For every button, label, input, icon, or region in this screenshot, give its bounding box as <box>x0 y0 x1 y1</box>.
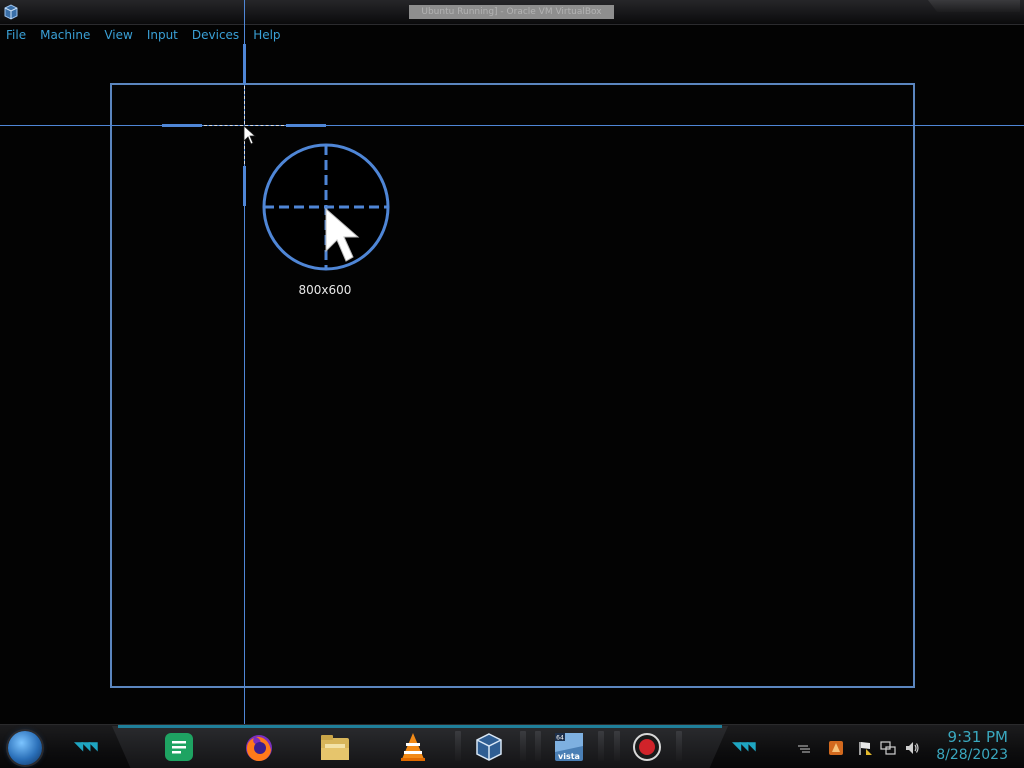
desktop-screen: Ubuntu Running] - Oracle VM VirtualBox F… <box>0 0 1024 768</box>
volume-icon[interactable] <box>904 740 920 756</box>
window-controls[interactable] <box>928 0 1020 12</box>
vista-icon[interactable]: 64 vista <box>552 730 586 764</box>
virtualbox-window-icon <box>4 4 18 20</box>
show-hidden-icons-icon[interactable] <box>796 740 812 756</box>
menu-bar: File Machine View Input Devices Help <box>0 25 295 45</box>
taskbar-accent-strip <box>118 725 722 728</box>
menu-view[interactable]: View <box>104 28 132 42</box>
window-title-bar[interactable]: Ubuntu Running] - Oracle VM VirtualBox <box>0 0 1024 25</box>
taskbar-deco-left: ◥◥◥ <box>74 739 98 753</box>
window-title: Ubuntu Running] - Oracle VM VirtualBox <box>409 5 614 19</box>
horizontal-guide-line <box>0 125 1024 126</box>
clock-date[interactable]: 8/28/2023 <box>936 747 1008 763</box>
menu-input[interactable]: Input <box>147 28 178 42</box>
magnifier-loupe <box>262 143 390 271</box>
virtualbox-icon[interactable] <box>472 730 506 764</box>
vlc-icon[interactable] <box>396 730 430 764</box>
network-icon[interactable] <box>880 740 896 756</box>
capture-size-label: 800x600 <box>298 283 352 297</box>
menu-devices[interactable]: Devices <box>192 28 239 42</box>
crosshair-tick-right <box>286 124 326 127</box>
vista-label: vista <box>558 752 580 761</box>
clock-time[interactable]: 9:31 PM <box>948 728 1008 746</box>
action-center-flag-icon[interactable] <box>857 740 873 756</box>
capture-region-frame[interactable] <box>110 83 915 688</box>
taskbar-separator <box>676 731 682 761</box>
firefox-icon[interactable] <box>242 730 276 764</box>
app-tray-icon[interactable] <box>828 740 844 756</box>
taskbar-separator <box>535 731 541 761</box>
taskbar-deco-right: ◥◥◥ <box>732 739 756 753</box>
file-manager-icon[interactable] <box>318 730 352 764</box>
menu-file[interactable]: File <box>6 28 26 42</box>
taskbar-separator <box>614 731 620 761</box>
crosshair-tick-left <box>162 124 202 127</box>
start-button[interactable] <box>8 731 42 765</box>
taskbar-separator <box>520 731 526 761</box>
crosshair-tick-bottom <box>243 166 246 206</box>
taskbar-separator <box>598 731 604 761</box>
google-docs-icon[interactable] <box>162 730 196 764</box>
crosshair-tick-top <box>243 44 246 84</box>
svg-text:64: 64 <box>556 735 564 742</box>
menu-help[interactable]: Help <box>253 28 280 42</box>
screen-recorder-icon[interactable] <box>630 730 664 764</box>
taskbar-separator <box>455 731 461 761</box>
menu-machine[interactable]: Machine <box>40 28 90 42</box>
mouse-cursor-icon <box>243 125 257 145</box>
